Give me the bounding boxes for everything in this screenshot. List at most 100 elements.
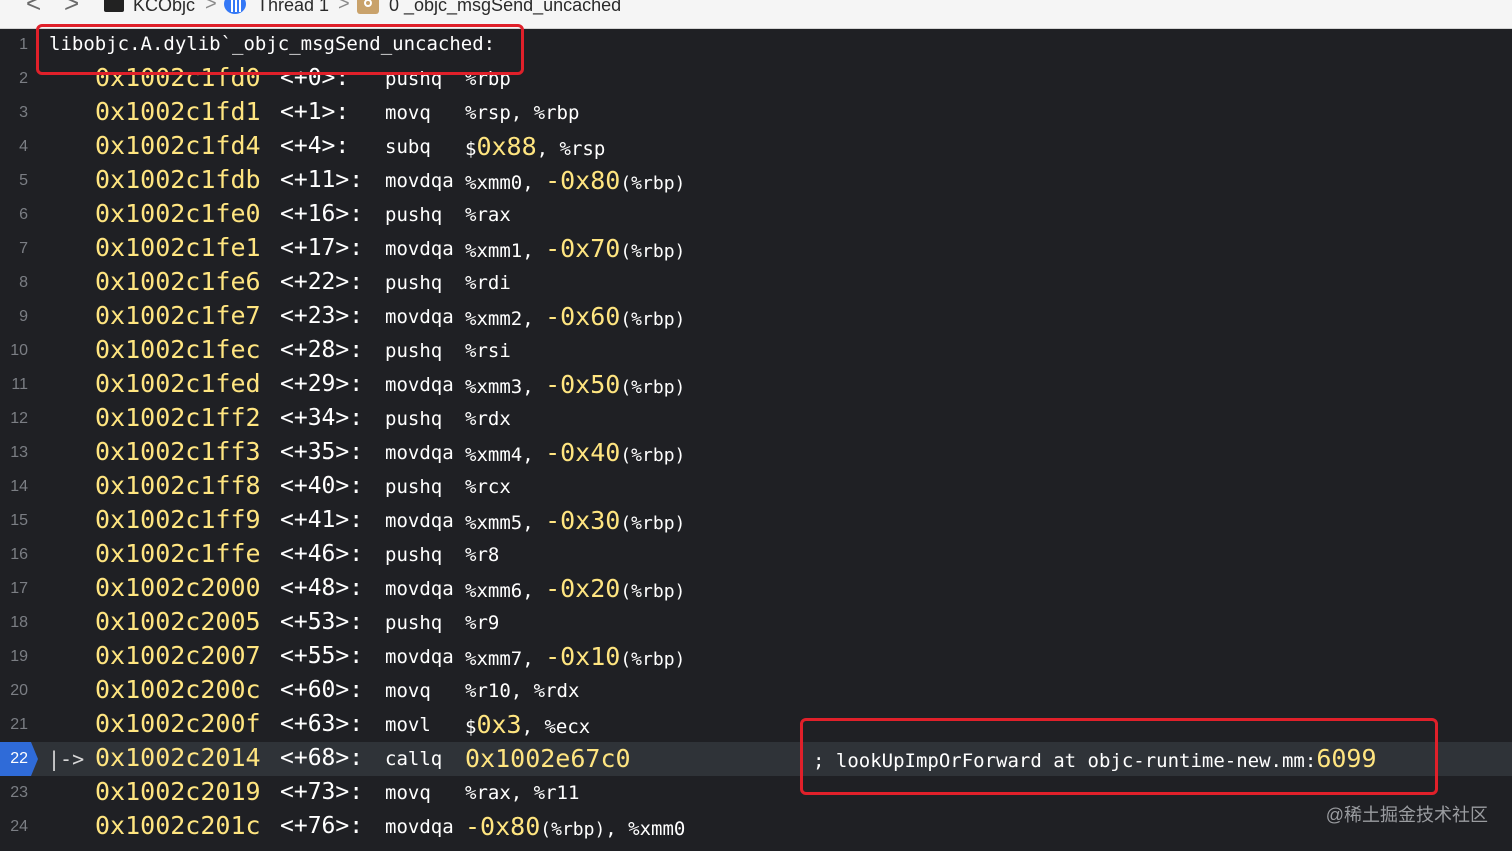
instruction-address: 0x1002c200c — [95, 675, 261, 704]
instruction-line[interactable]: 17 0x1002c2000 <+48>: movdqa %xmm6, -0x20(%r… — [0, 572, 1512, 606]
instruction-address: 0x1002c1fe6 — [95, 267, 261, 296]
operand-text: (%rbp) — [620, 241, 686, 262]
program-counter-marker[interactable]: 22 — [0, 742, 38, 776]
instruction-operands: $0x88, %rsp — [465, 130, 605, 164]
instruction-address: 0x1002c1fec — [95, 335, 261, 364]
operand-text: (%rbp) — [620, 309, 686, 330]
instruction-line[interactable]: 12 0x1002c1ff2 <+34>: pushq %rdx — [0, 402, 1512, 436]
instruction-line[interactable]: 4 0x1002c1fd4 <+4>: subq $0x88, %rsp — [0, 130, 1512, 164]
operand-immediate: -0x30 — [545, 506, 621, 535]
instruction-address: 0x1002c1fdb — [95, 165, 261, 194]
operand-text: %rdi — [465, 272, 511, 294]
instruction-operands: %xmm1, -0x70(%rbp) — [465, 232, 685, 266]
line-number: 14 — [10, 478, 28, 495]
instruction-offset: <+35>: — [280, 439, 364, 465]
instruction-line[interactable]: 10 0x1002c1fec <+28>: pushq %rsi — [0, 334, 1512, 368]
instruction-offset: <+28>: — [280, 337, 364, 363]
operand-text: %xmm5, — [465, 512, 546, 534]
operand-immediate: -0x40 — [545, 438, 621, 467]
instruction-mnemonic: movl — [385, 714, 431, 736]
operand-immediate: -0x70 — [545, 234, 621, 263]
instruction-offset: <+23>: — [280, 303, 364, 329]
instruction-line[interactable]: 3 0x1002c1fd1 <+1>: movq %rsp, %rbp — [0, 96, 1512, 130]
instruction-line[interactable]: 9 0x1002c1fe7 <+23>: movdqa %xmm2, -0x60(%rb… — [0, 300, 1512, 334]
breadcrumb-thread[interactable]: Thread 1 — [257, 0, 329, 16]
instruction-line[interactable]: 6 0x1002c1fe0 <+16>: pushq %rax — [0, 198, 1512, 232]
instruction-offset: <+48>: — [280, 575, 364, 601]
instruction-offset: <+55>: — [280, 643, 364, 669]
instruction-address: 0x1002c1ff9 — [95, 505, 261, 534]
instruction-mnemonic: movdqa — [385, 442, 454, 464]
instruction-offset: <+22>: — [280, 269, 364, 295]
breadcrumb-project[interactable]: KCObjc — [133, 0, 195, 16]
line-number: 12 — [10, 410, 28, 427]
instruction-operands: $0x3, %ecx — [465, 708, 590, 742]
back-nav-button[interactable]: < — [26, 0, 41, 16]
instruction-address: 0x1002c1fe0 — [95, 199, 261, 228]
operand-text: (%rbp) — [620, 173, 686, 194]
operand-text: %xmm6, — [465, 580, 546, 602]
instruction-address: 0x1002c2019 — [95, 777, 261, 806]
operand-text: %xmm3, — [465, 376, 546, 398]
instruction-offset: <+17>: — [280, 235, 364, 261]
instruction-offset: <+1>: — [280, 99, 350, 125]
pc-arrow-icon: |-> — [48, 747, 85, 771]
operand-text: (%rbp) — [620, 581, 686, 602]
operand-text: %xmm1, — [465, 240, 546, 262]
instruction-line[interactable]: 5 0x1002c1fdb <+11>: movdqa %xmm0, -0x80(%rb… — [0, 164, 1512, 198]
line-number: 20 — [10, 682, 28, 699]
line-number: 8 — [19, 274, 28, 291]
line-number: 3 — [19, 104, 28, 121]
line-number: 22 — [10, 750, 28, 767]
operand-text: %rax, %r11 — [465, 782, 580, 804]
forward-nav-button[interactable]: > — [64, 0, 79, 16]
line-number: 10 — [10, 342, 28, 359]
operand-text: %rcx — [465, 476, 511, 498]
instruction-line[interactable]: 16 0x1002c1ffe <+46>: pushq %r8 — [0, 538, 1512, 572]
instruction-address: 0x1002c2000 — [95, 573, 261, 602]
instruction-address: 0x1002c1fd1 — [95, 97, 261, 126]
instruction-offset: <+4>: — [280, 133, 350, 159]
project-icon — [104, 0, 124, 12]
instruction-mnemonic: movdqa — [385, 170, 454, 192]
instruction-line[interactable]: 19 0x1002c2007 <+55>: movdqa %xmm7, -0x10(%r… — [0, 640, 1512, 674]
instruction-address: 0x1002c1ff2 — [95, 403, 261, 432]
instruction-offset: <+73>: — [280, 779, 364, 805]
operand-text: %xmm2, — [465, 308, 546, 330]
line-number: 7 — [19, 240, 28, 257]
line-number: 13 — [10, 444, 28, 461]
operand-immediate: 0x3 — [476, 710, 522, 739]
instruction-offset: <+34>: — [280, 405, 364, 431]
operand-text: (%rbp) — [620, 377, 686, 398]
instruction-line[interactable]: 20 0x1002c200c <+60>: movq %r10, %rdx — [0, 674, 1512, 708]
instruction-line[interactable]: 18 0x1002c2005 <+53>: pushq %r9 — [0, 606, 1512, 640]
highlight-box-comment — [800, 718, 1438, 795]
instruction-line[interactable]: 8 0x1002c1fe6 <+22>: pushq %rdi — [0, 266, 1512, 300]
line-number: 6 — [19, 206, 28, 223]
instruction-line[interactable]: 14 0x1002c1ff8 <+40>: pushq %rcx — [0, 470, 1512, 504]
instruction-mnemonic: movdqa — [385, 578, 454, 600]
operand-text: (%rbp) — [620, 513, 686, 534]
operand-text: %r9 — [465, 612, 500, 634]
instruction-line[interactable]: 7 0x1002c1fe1 <+17>: movdqa %xmm1, -0x70(%rb… — [0, 232, 1512, 266]
instruction-address: 0x1002c1ff3 — [95, 437, 261, 466]
instruction-operands: %xmm6, -0x20(%rbp) — [465, 572, 685, 606]
instruction-operands: %xmm2, -0x60(%rbp) — [465, 300, 685, 334]
instruction-line[interactable]: 11 0x1002c1fed <+29>: movdqa %xmm3, -0x50(%r… — [0, 368, 1512, 402]
breadcrumb-separator: > — [205, 0, 217, 15]
instruction-address: 0x1002c201c — [95, 811, 261, 840]
breadcrumb-frame[interactable]: 0 _objc_msgSend_uncached — [389, 0, 621, 16]
instruction-mnemonic: pushq — [385, 544, 443, 566]
operand-text: (%rbp) — [620, 445, 686, 466]
instruction-address: 0x1002c2014 — [95, 743, 261, 772]
instruction-line[interactable]: 15 0x1002c1ff9 <+41>: movdqa %xmm5, -0x30(%r… — [0, 504, 1512, 538]
instruction-offset: <+60>: — [280, 677, 364, 703]
operand-immediate: 0x88 — [476, 132, 537, 161]
instruction-line[interactable]: 24 0x1002c201c <+76>: movdqa -0x80(%rbp), %x… — [0, 810, 1512, 844]
instruction-offset: <+63>: — [280, 711, 364, 737]
instruction-operands: %rdi — [465, 266, 511, 300]
instruction-line[interactable]: 13 0x1002c1ff3 <+35>: movdqa %xmm4, -0x40(%r… — [0, 436, 1512, 470]
line-number: 23 — [10, 784, 28, 801]
instruction-offset: <+29>: — [280, 371, 364, 397]
instruction-operands: %xmm0, -0x80(%rbp) — [465, 164, 685, 198]
